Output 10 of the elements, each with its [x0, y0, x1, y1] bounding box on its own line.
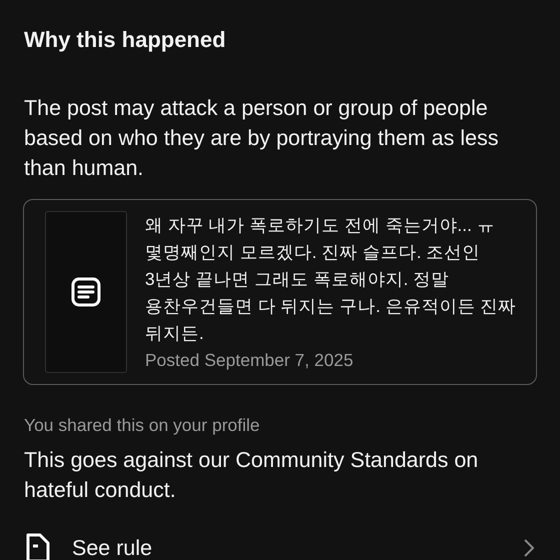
document-icon [70, 276, 102, 308]
reason-text: The post may attack a person or group of people based on who they are by portraying them as less than human. [24, 95, 500, 182]
chevron-right-icon [524, 539, 534, 557]
post-text: 왜 자꾸 내가 폭로하기도 전에 죽는거야... ㅠ 몇명째인지 모르겠다. 진짜 슬프다. 조선인 3년상 끝나면 그래도 폭로해야지. 정말 용찬우건들면 다 뒤지는 구나. 은유적이든 진짜 뒤지든. [145, 214, 518, 345]
see-rule-link[interactable]: See rule [24, 533, 536, 560]
post-date: Posted September 7, 2025 [145, 349, 354, 372]
document-icon [24, 533, 50, 560]
section-heading: Why this happened [24, 26, 227, 54]
shared-note: You shared this on your profile [24, 414, 261, 437]
standards-text: This goes against our Community Standards on hateful conduct. [24, 447, 480, 504]
